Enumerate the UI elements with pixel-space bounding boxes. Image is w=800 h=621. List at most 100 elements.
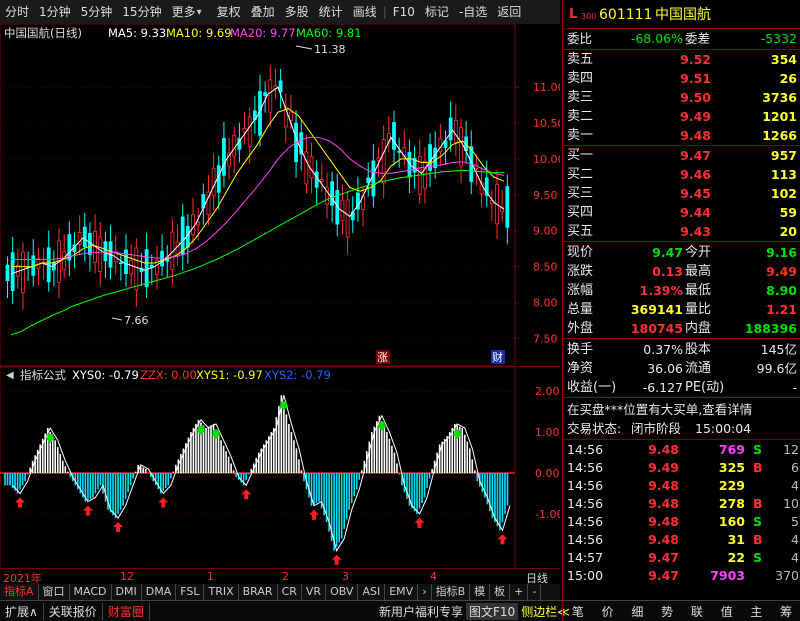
asks-row[interactable]: 卖一 9.48 1266: [563, 127, 800, 145]
indicator-tab-11[interactable]: ASI: [358, 584, 386, 600]
quote-label: 最高: [685, 264, 712, 279]
tick-time: 14:56: [567, 514, 604, 529]
indicator-tab-4[interactable]: DMA: [142, 584, 177, 600]
tick-row[interactable]: 14:56 9.48 31 B 4: [563, 531, 800, 549]
toolbar-item-11[interactable]: 标记: [420, 0, 454, 24]
candle-body: [5, 264, 10, 282]
indicator-tab-1[interactable]: 窗口: [39, 584, 70, 600]
asks-row[interactable]: 卖二 9.49 1201: [563, 108, 800, 126]
indicator-tab-15[interactable]: 模: [470, 584, 491, 600]
status-left-item-2[interactable]: 财富圈: [103, 602, 150, 620]
toolbar-item-6[interactable]: 叠加: [246, 0, 280, 24]
ma5-label: MA5: 9.33: [108, 26, 166, 40]
bids-price: 9.43: [680, 224, 711, 239]
indicator-tab-14[interactable]: 指标B: [432, 584, 471, 600]
candle-body: [62, 251, 67, 270]
indicator-tab-9[interactable]: VR: [302, 584, 327, 600]
panel-tab-6[interactable]: 主: [750, 603, 762, 620]
quote-value: 188396: [744, 321, 797, 336]
bids-row[interactable]: 买二 9.46 113: [563, 166, 800, 184]
quote-value: 9.49: [766, 264, 797, 279]
indicator-tab-6[interactable]: TRIX: [204, 584, 239, 600]
quote-value: 9.47: [652, 245, 683, 260]
big-order-notice[interactable]: 在买盘***位置有大买单,查看详情: [567, 401, 752, 419]
indicator-tab-8[interactable]: CR: [278, 584, 302, 600]
status-left-item-1[interactable]: 关联报价: [44, 602, 103, 620]
tick-row[interactable]: 14:57 9.47 22 S 4: [563, 549, 800, 567]
toolbar-item-1[interactable]: 1分钟: [34, 0, 76, 24]
indicator-tab-12[interactable]: EMV: [385, 584, 419, 600]
candle-body: [448, 117, 453, 141]
indicator-tab-16[interactable]: 板: [490, 584, 511, 600]
tick-price: 9.49: [648, 460, 679, 475]
quote-row: 涨跌 0.13 最高 9.49: [563, 263, 800, 281]
tick-row[interactable]: 14:56 9.49 325 B 6: [563, 459, 800, 477]
tick-count: 5: [791, 514, 799, 529]
status-left-item-0[interactable]: 扩展∧: [0, 602, 44, 620]
bids-row[interactable]: 买五 9.43 20: [563, 223, 800, 241]
toolbar-item-7[interactable]: 多股: [280, 0, 314, 24]
tick-price: 9.48: [648, 532, 679, 547]
bids-row[interactable]: 买三 9.45 102: [563, 185, 800, 203]
tick-price: 9.48: [648, 496, 679, 511]
toolbar-item-8[interactable]: 统计: [314, 0, 348, 24]
kline-chart[interactable]: 中国国航(日线) MA5: 9.33 MA10: 9.69 MA20: 9.77…: [0, 24, 560, 366]
panel-tab-2[interactable]: 细: [631, 603, 643, 620]
fundamental-row: 净资 36.06 流通 99.6亿: [563, 360, 800, 378]
indicator-chart[interactable]: ◀ 指标公式 XYS0: -0.79 ZZX: 0.00 XYS1: -0.97…: [0, 366, 560, 569]
indicator-tab-2[interactable]: MACD: [70, 584, 112, 600]
bids-row[interactable]: 买四 9.44 59: [563, 204, 800, 222]
indicator-tab-13[interactable]: ›: [418, 584, 432, 600]
status-middle-item-0[interactable]: 新用户福利专享: [376, 603, 466, 620]
notice-row[interactable]: 在买盘***位置有大买单,查看详情: [563, 401, 800, 419]
indicator-title[interactable]: 指标公式: [20, 368, 66, 382]
candle-body: [459, 126, 463, 167]
indicator-tab-0[interactable]: 指标A: [0, 584, 39, 600]
tick-row[interactable]: 15:00 9.47 7903 370: [563, 567, 800, 585]
toolbar-item-9[interactable]: 画线: [348, 0, 382, 24]
tick-row[interactable]: 14:56 9.48 160 S 5: [563, 513, 800, 531]
indicator-tab-5[interactable]: FSL: [176, 584, 205, 600]
panel-tab-0[interactable]: 笔: [572, 603, 584, 620]
tick-row[interactable]: 14:56 9.48 278 B 10: [563, 495, 800, 513]
asks-volume: 26: [779, 71, 797, 86]
panel-tab-5[interactable]: 值: [721, 603, 733, 620]
asks-row[interactable]: 卖四 9.51 26: [563, 70, 800, 88]
toolbar-item-3[interactable]: 15分钟: [117, 0, 166, 24]
toolbar-item-13[interactable]: 返回: [492, 0, 526, 24]
candle-body: [144, 249, 149, 288]
tick-count: 6: [791, 460, 799, 475]
time-axis: 2021年 12 1 2 3 4 日线: [0, 568, 560, 585]
asks-row[interactable]: 卖三 9.50 3736: [563, 89, 800, 107]
time-label-dec: 12: [120, 570, 134, 583]
tick-row[interactable]: 14:56 9.48 229 4: [563, 477, 800, 495]
panel-tab-3[interactable]: 势: [661, 603, 673, 620]
trade-status-label: 交易状态:: [567, 421, 622, 436]
indicator-tab-17[interactable]: +: [510, 584, 529, 600]
panel-tab-4[interactable]: 联: [691, 603, 703, 620]
indicator-tab-18[interactable]: -: [528, 584, 542, 600]
quote-value: 180745: [630, 321, 683, 336]
toolbar-item-4[interactable]: 更多: [167, 0, 201, 24]
bids-row[interactable]: 买一 9.47 957: [563, 147, 800, 165]
toolbar-item-5[interactable]: 复权: [212, 0, 246, 24]
fundamental-label: 流通: [685, 361, 712, 376]
status-left-group: 扩展∧ 关联报价 财富圈: [0, 601, 150, 621]
main-y-tick-label: 10.00: [533, 153, 560, 166]
panel-tab-1[interactable]: 价: [602, 603, 614, 620]
status-middle-item-1[interactable]: 图文F10: [466, 602, 519, 620]
indicator-tab-3[interactable]: DMI: [112, 584, 142, 600]
low-price-label: 7.66: [124, 314, 149, 327]
ma60-label: MA60: 9.81: [296, 26, 362, 40]
indicator-tab-7[interactable]: BRAR: [239, 584, 278, 600]
indicator-tab-10[interactable]: OBV: [326, 584, 359, 600]
toolbar-item-12[interactable]: -自选: [454, 0, 492, 24]
indicator-collapse-icon[interactable]: ◀: [6, 370, 14, 381]
toolbar-item-2[interactable]: 5分钟: [76, 0, 118, 24]
main-y-tick-label: 9.50: [533, 189, 558, 202]
panel-tab-7[interactable]: 筹: [780, 603, 792, 620]
toolbar-item-10[interactable]: F10: [388, 0, 420, 24]
toolbar-item-0[interactable]: 分时: [0, 0, 34, 24]
asks-row[interactable]: 卖五 9.52 354: [563, 51, 800, 69]
tick-row[interactable]: 14:56 9.48 769 S 12: [563, 441, 800, 459]
